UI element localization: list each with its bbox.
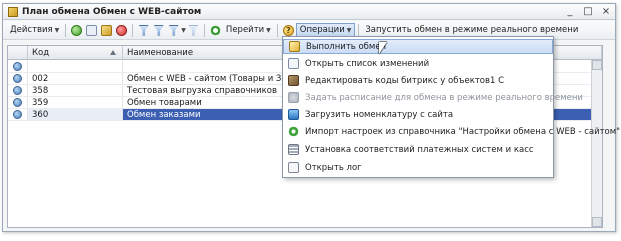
filter-settings-icon[interactable] xyxy=(168,24,180,36)
menu-item-import-settings[interactable]: Импорт настроек из справочника "Настройк… xyxy=(283,124,620,139)
filter-by-value-icon[interactable] xyxy=(153,24,165,36)
import-icon xyxy=(288,126,299,137)
run-exchange-icon xyxy=(289,41,300,52)
window-controls: _ □ × xyxy=(565,5,611,18)
minimize-button[interactable]: _ xyxy=(565,5,575,18)
menu-item-label: Выполнить обмен xyxy=(306,41,387,52)
row-icon-cell xyxy=(8,85,28,96)
maximize-button[interactable]: □ xyxy=(583,5,593,18)
edit-icon[interactable] xyxy=(101,24,113,36)
code-cell: 359 xyxy=(28,97,123,108)
tools-icon xyxy=(288,75,299,86)
schedule-icon xyxy=(288,92,299,103)
list-icon xyxy=(288,58,299,69)
goto-label: Перейти xyxy=(225,25,265,35)
exchange-node-icon xyxy=(13,74,22,83)
add-icon[interactable] xyxy=(71,24,83,36)
code-cell: 002 xyxy=(28,73,123,84)
toolbar-separator xyxy=(276,23,278,37)
close-button[interactable]: × xyxy=(601,5,611,18)
operations-label: Операции xyxy=(299,25,345,35)
refresh-icon[interactable] xyxy=(209,24,221,36)
menu-item-set-schedule: Задать расписание для обмена в режиме ре… xyxy=(283,90,583,105)
window-title: План обмена Обмен с WEB-сайтом xyxy=(22,6,202,17)
row-icon-cell xyxy=(8,109,28,120)
exchange-plan-icon xyxy=(8,6,18,17)
menu-item-payment-mapping[interactable]: Установка соответствий платежных систем … xyxy=(283,142,553,157)
delete-icon[interactable] xyxy=(116,24,128,36)
exchange-node-icon xyxy=(13,86,22,95)
code-column-label: Код xyxy=(32,47,50,58)
menu-item-label: Импорт настроек из справочника "Настройк… xyxy=(305,126,621,137)
mouse-cursor-icon xyxy=(379,42,387,54)
vertical-scrollbar[interactable] xyxy=(591,60,602,227)
menu-item-label: Редактировать коды битрикс у объектов1 С xyxy=(305,75,505,86)
exchange-node-icon xyxy=(13,62,22,71)
row-icon-cell xyxy=(8,73,28,84)
chevron-down-icon: ▼ xyxy=(54,26,60,34)
help-icon[interactable]: ? xyxy=(282,24,294,36)
menu-item-label: Установка соответствий платежных систем … xyxy=(305,144,534,155)
toolbar-separator xyxy=(358,23,360,37)
menu-item-label: Задать расписание для обмена в режиме ре… xyxy=(305,92,583,103)
row-icon-cell xyxy=(8,97,28,108)
sort-ascending-icon xyxy=(110,50,116,55)
goto-menu-button[interactable]: Перейти ▼ xyxy=(223,23,274,38)
actions-label: Действия xyxy=(10,25,53,35)
menu-item-edit-bitrix-codes[interactable]: Редактировать коды битрикс у объектов1 С xyxy=(283,73,553,88)
download-icon xyxy=(288,109,299,120)
clear-filter-icon[interactable] xyxy=(187,24,199,36)
chevron-down-icon: ▼ xyxy=(266,26,271,34)
exchange-node-icon xyxy=(13,98,22,107)
row-icon-cell xyxy=(8,61,28,72)
toolbar-separator xyxy=(65,23,67,37)
operations-dropdown-menu: Выполнить обмен Открыть список изменений… xyxy=(282,36,620,178)
menu-item-open-changes[interactable]: Открыть список изменений xyxy=(283,56,553,71)
toolbar-separator xyxy=(203,23,205,37)
icon-column-header xyxy=(8,46,28,59)
code-cell: 358 xyxy=(28,85,123,96)
log-icon xyxy=(288,162,299,173)
menu-item-label: Открыть список изменений xyxy=(305,58,430,69)
chevron-down-icon: ▼ xyxy=(346,26,352,34)
scroll-down-icon[interactable] xyxy=(592,217,602,227)
menu-item-label: Открыть лог xyxy=(305,162,362,173)
scroll-up-icon[interactable] xyxy=(592,60,602,70)
name-column-label: Наименование xyxy=(127,47,194,58)
chevron-down-icon[interactable]: ▼ xyxy=(181,27,186,34)
menu-item-load-products[interactable]: Загрузить номенклатуру с сайта xyxy=(283,107,553,122)
realtime-label: Запустить обмен в режиме реального време… xyxy=(365,25,579,35)
copy-icon[interactable] xyxy=(86,24,98,36)
menu-item-run-exchange[interactable]: Выполнить обмен xyxy=(283,39,553,54)
toolbar-separator xyxy=(132,23,134,37)
payment-mapping-icon xyxy=(288,144,299,155)
title-bar: План обмена Обмен с WEB-сайтом _ □ × xyxy=(3,4,615,20)
filter-icon[interactable] xyxy=(138,24,150,36)
menu-item-label: Загрузить номенклатуру с сайта xyxy=(305,109,454,120)
code-cell: 360 xyxy=(28,109,123,120)
code-column-header[interactable]: Код xyxy=(28,46,123,59)
actions-menu-button[interactable]: Действия ▼ xyxy=(7,23,62,38)
exchange-node-icon xyxy=(13,110,22,119)
code-cell xyxy=(28,61,123,72)
menu-item-open-log[interactable]: Открыть лог xyxy=(283,160,553,175)
